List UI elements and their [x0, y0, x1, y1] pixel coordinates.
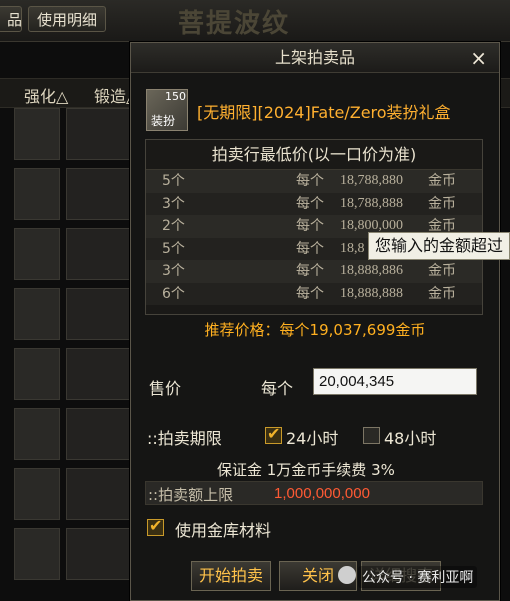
price-amount: 18,888,888 [340, 285, 403, 301]
background-item-rows [14, 108, 132, 588]
sell-price-label: 售价 [149, 379, 182, 398]
auction-limit-row: ::拍卖额上限 1,000,000,000 [145, 481, 483, 505]
background-row[interactable] [14, 468, 132, 522]
price-row: 3个 每个 18,888,886 金币 [146, 260, 482, 283]
auction-limit-value: 1,000,000,000 [274, 485, 370, 502]
wechat-logo-icon [338, 566, 356, 584]
price-row: 5个 每个 18,788,880 金币 [146, 170, 482, 193]
item-level: 150 [165, 90, 186, 103]
recommended-price: 推荐价格：每个19,037,699金币 [204, 321, 426, 339]
background-row[interactable] [14, 108, 132, 162]
price-amount: 18,788,888 [340, 195, 403, 211]
auction-listing-dialog: 上架拍卖品 × 150 装扮 [无期限][2024]Fate/Zero装扮礼盒 … [130, 42, 500, 601]
price-unit: 金币 [428, 285, 456, 302]
period-48h-label[interactable]: 48小时 [384, 425, 436, 449]
item-icon[interactable]: 150 装扮 [146, 89, 188, 131]
sell-price-input[interactable]: 20,004,345 [313, 368, 477, 395]
price-amount: 18,888,886 [340, 263, 403, 278]
background-title: 菩提波纹 [178, 9, 291, 39]
period-24h-checkbox[interactable] [265, 424, 282, 444]
per-unit-label: 每个 [261, 379, 294, 398]
price-row: 3个 每个 18,788,888 金币 [146, 192, 482, 215]
price-each: 每个 [296, 240, 324, 257]
deposit-info: 保证金 1万金币手续费 3% [217, 461, 395, 479]
price-row: 6个 每个 18,888,888 金币 [146, 282, 482, 305]
period-48h-checkbox[interactable] [363, 427, 380, 444]
background-row[interactable] [14, 528, 132, 582]
close-icon[interactable]: × [470, 43, 487, 73]
price-each: 每个 [296, 285, 324, 302]
price-each: 每个 [296, 218, 324, 234]
item-tag: 装扮 [151, 114, 176, 128]
price-qty: 5个 [162, 240, 185, 257]
column-forge[interactable]: 锻造△ [94, 83, 130, 107]
price-amount: 18,8 [340, 240, 365, 256]
lowest-price-header: 拍卖行最低价(以一口价为准) [146, 140, 482, 170]
lowest-price-table: 拍卖行最低价(以一口价为准) 5个 每个 18,788,880 金币 3个 每个 18,78… [145, 139, 483, 315]
background-row[interactable] [14, 228, 132, 282]
price-qty: 2个 [162, 218, 185, 234]
background-top-bar: 品 使用明细 菩提波纹 [0, 0, 510, 42]
start-auction-button[interactable]: 开始拍卖 [191, 561, 271, 591]
price-warning-tooltip: 您输入的金额超过 [368, 232, 510, 260]
auction-period-label: ::拍卖期限 [147, 429, 222, 448]
price-unit: 金币 [428, 195, 456, 212]
price-each: 每个 [296, 173, 324, 189]
dialog-title: 上架拍卖品 [131, 43, 499, 73]
price-qty: 6个 [162, 285, 185, 302]
price-unit: 金币 [428, 173, 456, 189]
price-unit: 金币 [428, 263, 456, 279]
background-row[interactable] [14, 168, 132, 222]
item-name: [无期限][2024]Fate/Zero装扮礼盒 [197, 103, 451, 122]
price-qty: 3个 [162, 263, 185, 279]
column-enhance[interactable]: 强化△ [24, 83, 68, 107]
price-amount: 18,788,880 [340, 173, 403, 188]
price-each: 每个 [296, 263, 324, 279]
use-bank-checkbox[interactable] [147, 516, 164, 536]
price-each: 每个 [296, 195, 324, 212]
background-row[interactable] [14, 288, 132, 342]
background-tab-item[interactable]: 品 [0, 6, 22, 32]
price-qty: 5个 [162, 173, 185, 189]
use-bank-label[interactable]: 使用金库材料 [175, 517, 271, 541]
watermark: 公众号 · 赛利亚啊 [358, 566, 478, 588]
background-tab-usage-detail[interactable]: 使用明细 [28, 6, 107, 32]
period-24h-label[interactable]: 24小时 [286, 425, 338, 449]
price-qty: 3个 [162, 195, 185, 212]
background-row[interactable] [14, 348, 132, 402]
auction-limit-label: ::拍卖额上限 [148, 486, 234, 504]
background-row[interactable] [14, 408, 132, 462]
